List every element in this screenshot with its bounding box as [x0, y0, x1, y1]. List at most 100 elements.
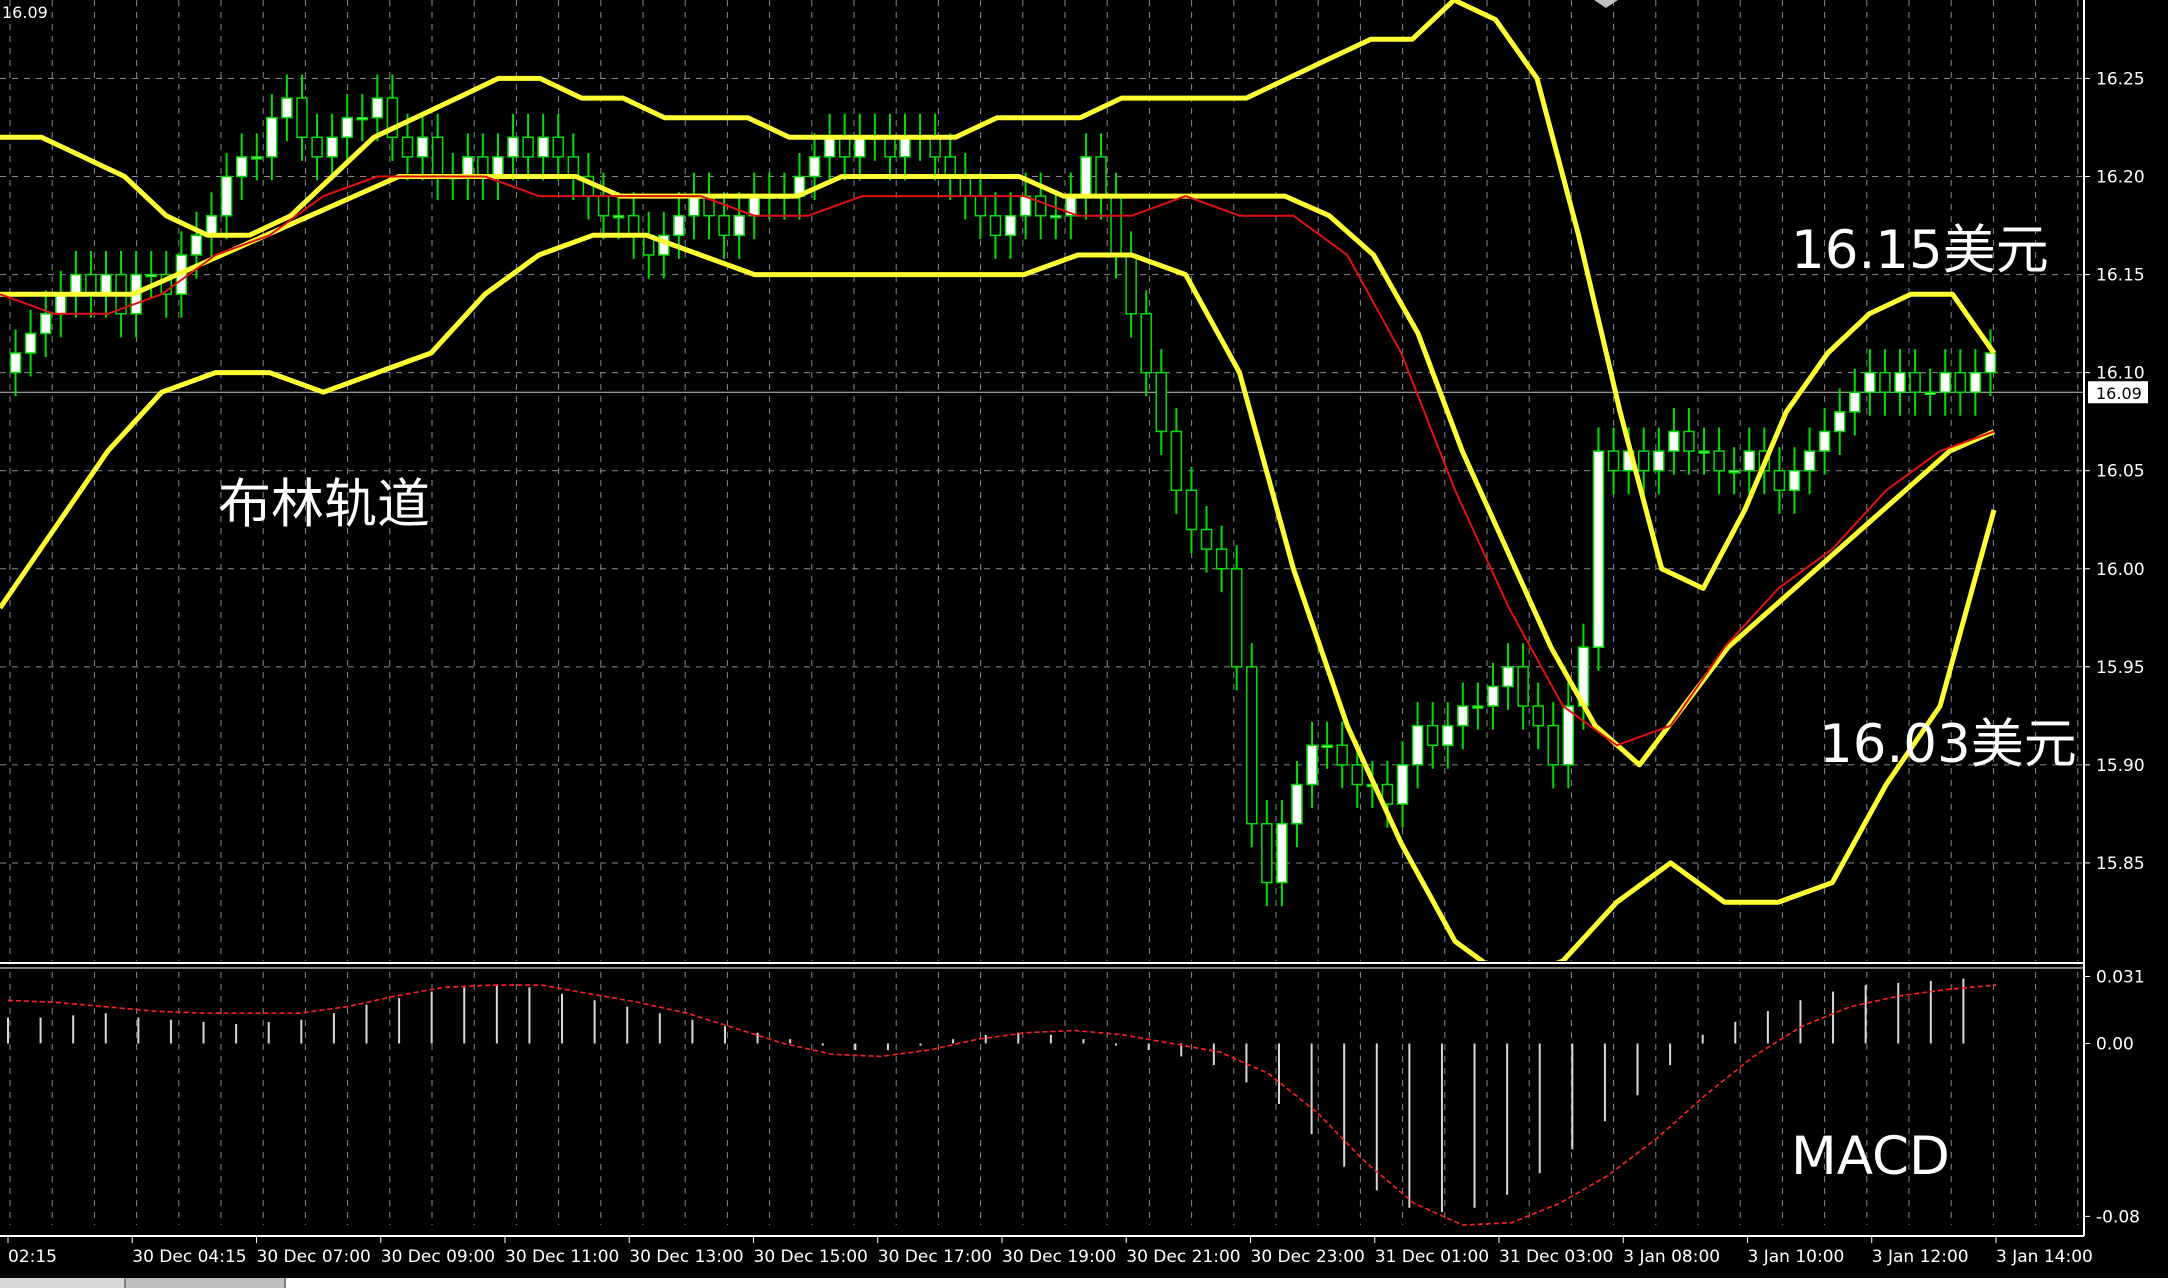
candle-body: [371, 97, 384, 119]
candle-body: [1939, 371, 1951, 393]
axes: 16.25 16.20 16.15 16.10 16.05 16.00 15.95 15.90…: [0, 0, 2148, 1267]
candle-body: [1894, 371, 1906, 393]
candle-body: [718, 214, 730, 237]
candle-body: [1668, 430, 1680, 452]
candle-body: [462, 156, 474, 178]
time-tick-label: 30 Dec 11:00: [505, 1247, 619, 1267]
candle-body: [1426, 724, 1439, 747]
candle-body: [1215, 548, 1228, 570]
candle-body: [748, 195, 760, 217]
candle-body: [1004, 214, 1017, 237]
price-tick-label: 16.10: [2096, 364, 2145, 384]
candle-body: [1698, 450, 1710, 454]
candle-body: [1909, 371, 1921, 393]
forex-chart-area[interactable]: 16.25 16.20 16.15 16.10 16.05 16.00 15.95 15.90…: [0, 0, 2168, 1288]
candle-body: [1185, 489, 1198, 531]
candle-body: [1864, 371, 1876, 393]
chart-shift-marker: [1594, 0, 1618, 8]
time-tick-label: 31 Dec 03:00: [1499, 1247, 1613, 1267]
candle-body: [1487, 685, 1499, 707]
candle-body: [190, 234, 203, 256]
candle-body: [341, 116, 353, 139]
moving-average-line: [0, 175, 1995, 747]
candle-body: [1457, 705, 1469, 727]
candle-body: [1050, 214, 1062, 219]
candle-body: [1683, 430, 1695, 452]
price-tick-label: 16.25: [2096, 69, 2145, 89]
price-tick-label: 15.95: [2096, 658, 2145, 678]
candle-body: [612, 214, 625, 219]
candle-body: [959, 175, 972, 197]
candle-body: [1637, 450, 1650, 472]
time-tick-label: 30 Dec 15:00: [754, 1247, 868, 1267]
candle-body: [70, 273, 82, 295]
candle-body: [537, 136, 549, 158]
candle-body: [9, 352, 22, 374]
candle-body: [311, 136, 323, 158]
candle-body: [1849, 391, 1861, 413]
candle-body: [1743, 450, 1755, 472]
candle-body: [235, 156, 248, 178]
candle-body: [1833, 411, 1846, 433]
lower-target-label: 16.03美元: [1819, 714, 2077, 775]
candle-body: [1592, 450, 1605, 648]
candle-body: [1803, 450, 1816, 472]
macd-tick-label: -0.08: [2096, 1207, 2140, 1227]
candle-body: [974, 195, 987, 217]
upper-target-label: 16.15美元: [1791, 220, 2049, 281]
candle-body: [673, 214, 685, 237]
time-tick-label: 3 Jan 10:00: [1748, 1247, 1845, 1267]
candle-body: [899, 136, 911, 158]
macd-tick-label: 0.031: [2096, 967, 2145, 987]
candle-body: [1155, 371, 1168, 433]
candle-body: [1924, 391, 1936, 395]
candle-body: [1607, 450, 1620, 472]
candle-body: [854, 136, 866, 158]
candle-body: [1095, 156, 1107, 197]
candle-body: [1170, 430, 1183, 492]
time-tick-label: 30 Dec 13:00: [629, 1247, 743, 1267]
candle-body: [326, 136, 338, 158]
lower-band-line: [0, 232, 1997, 961]
price-tick-label: 16.05: [2096, 462, 2145, 482]
candle-body: [85, 273, 97, 295]
candle-body: [1321, 744, 1333, 749]
time-tick-label: 30 Dec 04:15: [132, 1247, 246, 1267]
candle-body: [808, 156, 821, 178]
candle-body: [1411, 724, 1424, 766]
time-tick-label: 02:15: [8, 1247, 57, 1267]
status-bar: [0, 1278, 2168, 1288]
candle-body: [55, 293, 67, 315]
candle-body: [1562, 705, 1575, 766]
candle-body: [1818, 430, 1831, 452]
macd-label: MACD: [1791, 1126, 1950, 1187]
candle-body: [492, 156, 504, 178]
candle-body: [1351, 764, 1364, 786]
status-bar-right: [284, 1278, 2168, 1288]
time-tick-label: 30 Dec 21:00: [1126, 1247, 1240, 1267]
candle-body: [39, 313, 52, 335]
candle-body: [100, 273, 112, 295]
candle-body: [1246, 666, 1258, 825]
candle-body: [989, 214, 1002, 237]
candle-body: [597, 195, 610, 217]
candle-body: [220, 175, 233, 217]
grid: [0, 0, 2084, 1225]
candle-body: [431, 136, 444, 178]
candle-body: [1788, 469, 1801, 492]
candle-body: [251, 156, 263, 160]
time-tick-label: 30 Dec 19:00: [1002, 1247, 1116, 1267]
bollinger-label: 布林轨道: [218, 474, 430, 535]
candle-body: [477, 156, 489, 178]
candle-body: [1517, 666, 1529, 707]
candle-body: [281, 97, 293, 119]
candle-body: [24, 332, 37, 354]
candle-body: [1969, 371, 1982, 393]
candle-body: [1773, 469, 1786, 492]
candle-body: [1713, 450, 1725, 472]
candle-body: [823, 136, 836, 158]
candle-body: [145, 273, 157, 278]
candle-body: [1879, 371, 1891, 393]
candle-body: [567, 156, 580, 178]
status-bar-left: [0, 1278, 126, 1288]
